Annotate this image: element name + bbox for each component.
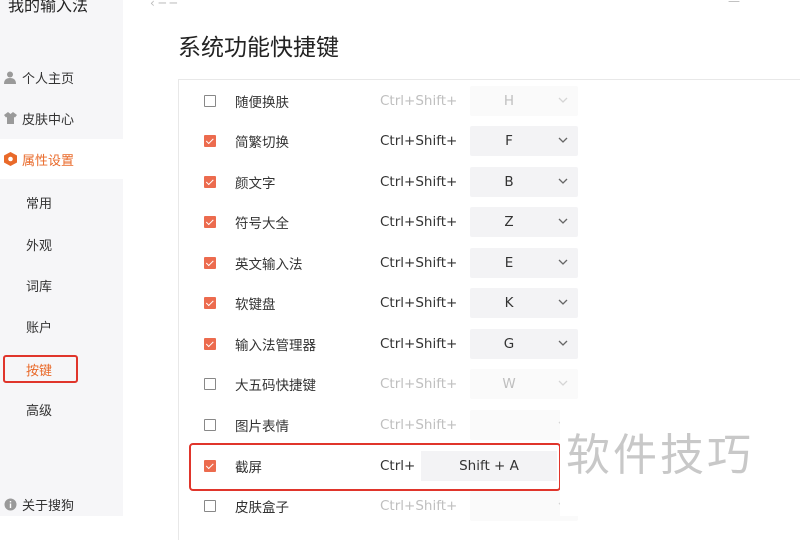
shortcut-checkbox[interactable]	[204, 135, 216, 147]
shortcut-label: 英文输入法	[235, 257, 303, 273]
shortcut-key-select[interactable]: F	[470, 126, 578, 156]
sub-item-account[interactable]: 账户	[26, 317, 52, 336]
shortcut-modifier: Ctrl+Shift+	[380, 417, 458, 433]
shortcut-row: 随便换肤 Ctrl+Shift+ H	[178, 81, 800, 121]
chevron-down-icon	[558, 340, 568, 346]
shortcut-key-select[interactable]: W	[470, 369, 578, 399]
page-title: 系统功能快捷键	[178, 35, 339, 61]
shortcut-key-select[interactable]: G	[470, 329, 578, 359]
nav-item-skins[interactable]: 皮肤中心	[0, 98, 123, 138]
shortcut-checkbox[interactable]	[204, 419, 216, 431]
shortcut-modifier: Ctrl+Shift+	[380, 255, 458, 271]
sub-item-common[interactable]: 常用	[26, 193, 52, 212]
shortcut-label: 简繁切换	[235, 135, 289, 151]
shortcut-label: 皮肤盒子	[235, 500, 289, 516]
sub-item-lexicon[interactable]: 词库	[26, 276, 52, 295]
shortcut-key-value: E	[504, 255, 514, 271]
shortcut-checkbox[interactable]	[204, 378, 216, 390]
shortcut-checkbox[interactable]	[204, 297, 216, 309]
shortcut-modifier: Ctrl+Shift+	[380, 214, 458, 230]
sub-item-keys[interactable]: 按键	[3, 355, 78, 383]
shortcut-key-select[interactable]: Z	[470, 207, 578, 237]
shortcut-checkbox[interactable]	[204, 95, 216, 107]
shortcut-label: 符号大全	[235, 216, 289, 232]
app-title: 我的输入法	[8, 0, 89, 15]
chevron-down-icon	[558, 299, 568, 305]
shortcut-modifier: Ctrl+Shift+	[380, 498, 458, 514]
shortcut-key-value: Z	[504, 214, 514, 230]
nav-label: 关于搜狗	[22, 498, 75, 514]
shortcut-key-select[interactable]: B	[470, 167, 578, 197]
shortcut-checkbox[interactable]	[204, 176, 216, 188]
hexagon-settings-icon	[3, 152, 17, 166]
watermark-text: 软件技巧	[566, 430, 754, 481]
sub-item-advanced[interactable]: 高级	[26, 400, 52, 419]
shortcut-key-value: W	[502, 376, 516, 392]
nav-item-settings[interactable]: 属性设置	[0, 139, 123, 179]
user-icon	[3, 70, 17, 84]
shortcut-checkbox[interactable]	[204, 500, 216, 512]
nav-label: 个人主页	[22, 71, 75, 87]
shortcut-modifier: Ctrl+Shift+	[380, 376, 458, 392]
chevron-down-icon	[558, 178, 568, 184]
shortcut-key-value: K	[504, 295, 514, 311]
shortcut-modifier: Ctrl+Shift+	[380, 133, 458, 149]
shortcut-label: 图片表情	[235, 419, 289, 435]
shortcut-label: 大五码快捷键	[235, 378, 316, 394]
shortcut-key-value: H	[503, 93, 515, 109]
back-arrow-icon[interactable]: ‹ ─ ─	[150, 0, 177, 10]
shortcut-row: 大五码快捷键 Ctrl+Shift+ W	[178, 364, 800, 404]
shortcut-row: 软键盘 Ctrl+Shift+ K	[178, 283, 800, 323]
shortcut-key-value: F	[505, 133, 513, 149]
window-control-icon[interactable]: —	[728, 0, 740, 8]
sub-item-appearance[interactable]: 外观	[26, 235, 52, 254]
chevron-down-icon	[558, 137, 568, 143]
shortcut-key-select[interactable]: K	[470, 288, 578, 318]
highlight-frame	[189, 443, 561, 491]
shortcut-row: 颜文字 Ctrl+Shift+ B	[178, 162, 800, 202]
shortcut-row: 英文输入法 Ctrl+Shift+ E	[178, 243, 800, 283]
shortcut-key-select[interactable]: H	[470, 86, 578, 116]
shortcut-row: 输入法管理器 Ctrl+Shift+ G	[178, 324, 800, 364]
chevron-down-icon	[558, 97, 568, 103]
shortcut-row: 简繁切换 Ctrl+Shift+ F	[178, 121, 800, 161]
shortcut-modifier: Ctrl+Shift+	[380, 93, 458, 109]
shortcut-checkbox[interactable]	[204, 216, 216, 228]
shortcut-checkbox[interactable]	[204, 338, 216, 350]
nav-label: 皮肤中心	[22, 112, 75, 128]
shortcut-modifier: Ctrl+Shift+	[380, 295, 458, 311]
shortcut-label: 随便换肤	[235, 95, 289, 111]
chevron-down-icon	[558, 259, 568, 265]
shortcut-key-select[interactable]: E	[470, 248, 578, 278]
sidebar: 我的输入法 个人主页 皮肤中心 属性设置 常用 外观 词库 账户 按键 高级 关…	[0, 0, 123, 516]
shortcut-label: 颜文字	[235, 176, 276, 192]
shirt-icon	[3, 111, 17, 125]
shortcut-modifier: Ctrl+Shift+	[380, 174, 458, 190]
nav-label: 属性设置	[22, 153, 75, 169]
info-icon	[3, 497, 17, 511]
shortcut-row: 符号大全 Ctrl+Shift+ Z	[178, 202, 800, 242]
shortcut-key-value: B	[504, 174, 514, 190]
shortcut-checkbox[interactable]	[204, 257, 216, 269]
shortcut-label: 输入法管理器	[235, 338, 316, 354]
nav-item-profile[interactable]: 个人主页	[0, 57, 123, 97]
chevron-down-icon	[558, 380, 568, 386]
shortcut-label: 软键盘	[235, 297, 276, 313]
nav-item-about[interactable]: 关于搜狗	[0, 484, 123, 524]
shortcut-modifier: Ctrl+Shift+	[380, 336, 458, 352]
chevron-down-icon	[558, 218, 568, 224]
shortcut-key-value: G	[503, 336, 515, 352]
